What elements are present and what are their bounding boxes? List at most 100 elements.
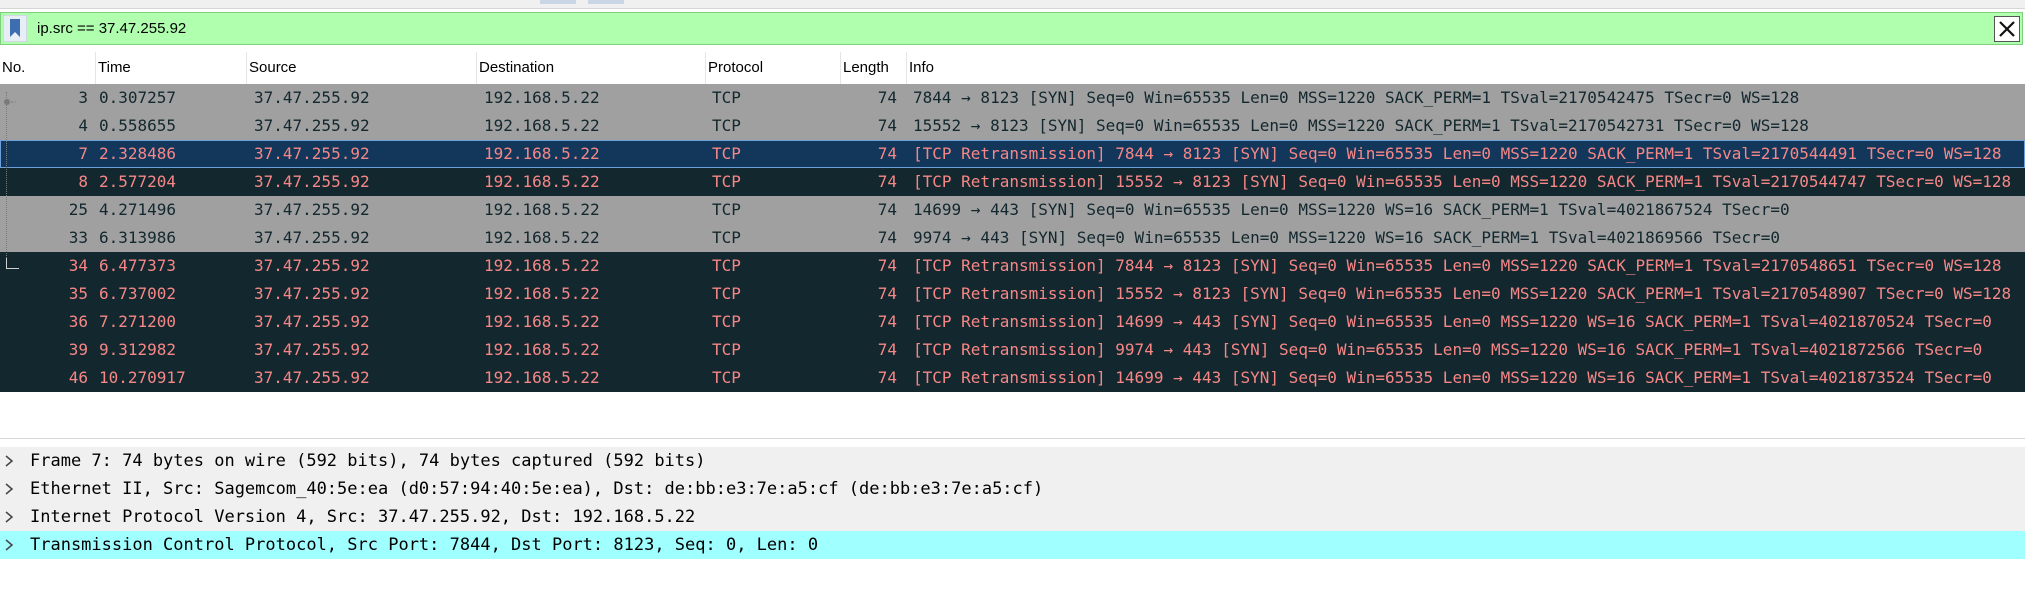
cell-info: [TCP Retransmission] 14699 → 443 [SYN] S… bbox=[913, 368, 1992, 387]
detail-tree-label: Transmission Control Protocol, Src Port:… bbox=[30, 535, 819, 555]
chevron-right-icon[interactable] bbox=[2, 531, 18, 559]
chevron-right-icon[interactable] bbox=[2, 447, 18, 475]
table-row[interactable]: 36 7.271200 37.47.255.92 192.168.5.22 TCP 74 [… bbox=[0, 308, 2025, 336]
cell-source: 37.47.255.92 bbox=[254, 88, 370, 107]
cell-protocol: TCP bbox=[712, 284, 741, 303]
cell-destination: 192.168.5.22 bbox=[484, 312, 600, 331]
cell-destination: 192.168.5.22 bbox=[484, 88, 600, 107]
column-header-time[interactable]: Time bbox=[96, 52, 247, 84]
cell-length: 74 bbox=[877, 172, 897, 191]
display-filter-bar bbox=[0, 12, 2023, 45]
cell-time: 9.312982 bbox=[99, 340, 177, 359]
cell-source: 37.47.255.92 bbox=[254, 228, 370, 247]
column-header-source[interactable]: Source bbox=[247, 52, 477, 84]
cell-destination: 192.168.5.22 bbox=[484, 284, 600, 303]
cell-destination: 192.168.5.22 bbox=[484, 340, 600, 359]
filter-bookmark-button[interactable] bbox=[2, 14, 28, 43]
packet-details-pane: Frame 7: 74 bytes on wire (592 bits), 74… bbox=[0, 447, 2025, 559]
cell-protocol: TCP bbox=[712, 116, 741, 135]
packet-list: 3 0.307257 37.47.255.92 192.168.5.22 TCP 74 78… bbox=[0, 84, 2025, 392]
table-row[interactable]: 39 9.312982 37.47.255.92 192.168.5.22 TCP 74 [… bbox=[0, 336, 2025, 364]
detail-tree-item[interactable]: Internet Protocol Version 4, Src: 37.47.… bbox=[0, 503, 2025, 531]
cell-no: 39 bbox=[68, 340, 88, 359]
related-packet-line bbox=[6, 92, 17, 268]
cell-length: 74 bbox=[877, 284, 897, 303]
cell-destination: 192.168.5.22 bbox=[484, 256, 600, 275]
cell-time: 0.558655 bbox=[99, 116, 177, 135]
cell-length: 74 bbox=[877, 256, 897, 275]
column-header-protocol[interactable]: Protocol bbox=[706, 52, 841, 84]
cell-protocol: TCP bbox=[712, 200, 741, 219]
cell-source: 37.47.255.92 bbox=[254, 172, 370, 191]
cell-length: 74 bbox=[877, 340, 897, 359]
cell-destination: 192.168.5.22 bbox=[484, 116, 600, 135]
cell-protocol: TCP bbox=[712, 312, 741, 331]
table-row[interactable]: 35 6.737002 37.47.255.92 192.168.5.22 TCP 74 [… bbox=[0, 280, 2025, 308]
table-row[interactable]: 3 0.307257 37.47.255.92 192.168.5.22 TCP 74 78… bbox=[0, 84, 2025, 112]
column-header-info[interactable]: Info bbox=[907, 52, 2025, 84]
cell-info: 14699 → 443 [SYN] Seq=0 Win=65535 Len=0 … bbox=[913, 200, 1790, 219]
table-row[interactable]: 8 2.577204 37.47.255.92 192.168.5.22 TCP 74 [T… bbox=[0, 168, 2025, 196]
cell-length: 74 bbox=[877, 368, 897, 387]
column-header-destination[interactable]: Destination bbox=[477, 52, 706, 84]
cell-time: 2.577204 bbox=[99, 172, 177, 191]
cell-protocol: TCP bbox=[712, 228, 741, 247]
packet-list-header: No. Time Source Destination Protocol Len… bbox=[0, 52, 2025, 85]
cell-source: 37.47.255.92 bbox=[254, 284, 370, 303]
table-row-selected[interactable]: 7 2.328486 37.47.255.92 192.168.5.22 TCP 74 [T… bbox=[0, 140, 2025, 168]
cell-info: 7844 → 8123 [SYN] Seq=0 Win=65535 Len=0 … bbox=[913, 88, 1800, 107]
cell-source: 37.47.255.92 bbox=[254, 116, 370, 135]
cell-source: 37.47.255.92 bbox=[254, 340, 370, 359]
cell-length: 74 bbox=[877, 200, 897, 219]
cell-length: 74 bbox=[877, 312, 897, 331]
cell-length: 74 bbox=[877, 88, 897, 107]
cell-source: 37.47.255.92 bbox=[254, 256, 370, 275]
cell-info: [TCP Retransmission] 15552 → 8123 [SYN] … bbox=[913, 284, 2012, 303]
table-row[interactable]: 46 10.270917 37.47.255.92 192.168.5.22 TCP 74… bbox=[0, 364, 2025, 392]
cell-protocol: TCP bbox=[712, 368, 741, 387]
cell-time: 0.307257 bbox=[99, 88, 177, 107]
table-row[interactable]: 33 6.313986 37.47.255.92 192.168.5.22 TCP 74 9… bbox=[0, 224, 2025, 252]
column-header-no[interactable]: No. bbox=[0, 52, 96, 84]
cell-source: 37.47.255.92 bbox=[254, 200, 370, 219]
table-row[interactable]: 25 4.271496 37.47.255.92 192.168.5.22 TCP 74 1… bbox=[0, 196, 2025, 224]
toolbar-indicator bbox=[540, 0, 576, 4]
cell-info: 9974 → 443 [SYN] Seq=0 Win=65535 Len=0 M… bbox=[913, 228, 1780, 247]
bookmark-icon bbox=[2, 14, 28, 43]
cell-info: [TCP Retransmission] 7844 → 8123 [SYN] S… bbox=[913, 256, 2002, 275]
cell-protocol: TCP bbox=[712, 172, 741, 191]
cell-destination: 192.168.5.22 bbox=[484, 200, 600, 219]
cell-source: 37.47.255.92 bbox=[254, 144, 370, 163]
cell-no: 36 bbox=[68, 312, 88, 331]
cell-time: 6.313986 bbox=[99, 228, 177, 247]
clear-filter-button[interactable] bbox=[1994, 16, 2020, 42]
cell-time: 10.270917 bbox=[99, 368, 186, 387]
cell-source: 37.47.255.92 bbox=[254, 312, 370, 331]
cell-length: 74 bbox=[877, 116, 897, 135]
cell-info: [TCP Retransmission] 9974 → 443 [SYN] Se… bbox=[913, 340, 1983, 359]
table-row[interactable]: 4 0.558655 37.47.255.92 192.168.5.22 TCP 74 15… bbox=[0, 112, 2025, 140]
cell-destination: 192.168.5.22 bbox=[484, 172, 600, 191]
detail-tree-item[interactable]: Frame 7: 74 bytes on wire (592 bits), 74… bbox=[0, 447, 2025, 475]
display-filter-input[interactable] bbox=[37, 16, 1937, 42]
cell-protocol: TCP bbox=[712, 88, 741, 107]
cell-time: 6.477373 bbox=[99, 256, 177, 275]
column-header-length[interactable]: Length bbox=[841, 52, 907, 84]
detail-tree-item[interactable]: Transmission Control Protocol, Src Port:… bbox=[0, 531, 2025, 559]
detail-tree-item[interactable]: Ethernet II, Src: Sagemcom_40:5e:ea (d0:… bbox=[0, 475, 2025, 503]
pane-divider[interactable] bbox=[0, 438, 2025, 439]
cell-info: [TCP Retransmission] 15552 → 8123 [SYN] … bbox=[913, 172, 2012, 191]
cell-time: 4.271496 bbox=[99, 200, 177, 219]
cell-info: [TCP Retransmission] 14699 → 443 [SYN] S… bbox=[913, 312, 1992, 331]
cell-protocol: TCP bbox=[712, 144, 741, 163]
cell-source: 37.47.255.92 bbox=[254, 368, 370, 387]
cell-protocol: TCP bbox=[712, 340, 741, 359]
detail-tree-label: Ethernet II, Src: Sagemcom_40:5e:ea (d0:… bbox=[30, 479, 1044, 499]
table-row[interactable]: 34 6.477373 37.47.255.92 192.168.5.22 TCP 74[… bbox=[0, 252, 2025, 280]
chevron-right-icon[interactable] bbox=[2, 503, 18, 531]
toolbar-strip bbox=[0, 0, 2025, 9]
chevron-right-icon[interactable] bbox=[2, 475, 18, 503]
cell-length: 74 bbox=[877, 144, 897, 163]
cell-destination: 192.168.5.22 bbox=[484, 144, 600, 163]
cell-no: 35 bbox=[68, 284, 88, 303]
